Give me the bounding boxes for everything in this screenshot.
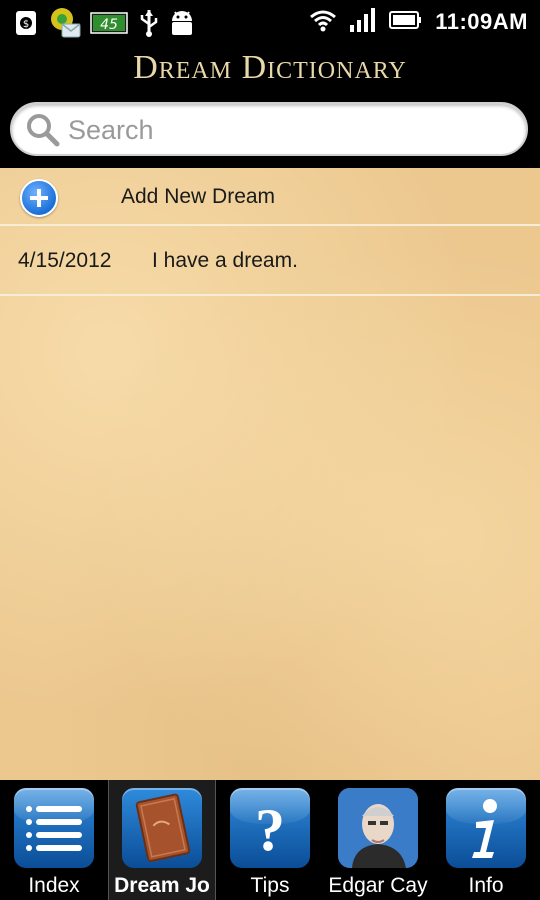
tab-label: Dream Jo — [114, 874, 210, 897]
app-header: Dream Dictionary — [0, 44, 540, 92]
dream-title: I have a dream. — [152, 249, 298, 272]
status-notifications: $ 45 — [14, 6, 196, 45]
info-icon — [446, 788, 526, 868]
tab-index[interactable]: Index — [0, 780, 108, 900]
journal-icon — [122, 788, 202, 868]
mail-icon — [48, 6, 82, 45]
search-box[interactable] — [10, 102, 528, 156]
tab-dream-journal[interactable]: Dream Jo — [108, 780, 216, 900]
signal-icon — [349, 7, 377, 38]
status-system: 11:09AM — [309, 0, 528, 44]
question-icon: ? — [230, 788, 310, 868]
app-title: Dream Dictionary — [133, 49, 407, 86]
tab-label: Edgar Cay — [328, 874, 428, 897]
list-item[interactable]: 4/15/2012 I have a dream. — [0, 226, 540, 296]
battery-45-icon: 45 — [90, 10, 130, 41]
add-icon[interactable] — [20, 179, 58, 217]
usb-icon — [138, 8, 160, 43]
dream-journal-list: Add New Dream 4/15/2012 I have a dream. — [0, 168, 540, 780]
tab-label: Tips — [250, 874, 290, 897]
add-new-dream-row[interactable]: Add New Dream — [0, 168, 540, 226]
search-bar — [0, 92, 540, 168]
tab-label: Info — [468, 874, 504, 897]
tab-label: Index — [28, 874, 80, 897]
tab-info[interactable]: Info — [432, 780, 540, 900]
android-debug-icon — [168, 8, 196, 43]
tab-edgar-cayce[interactable]: Edgar Cay — [324, 780, 432, 900]
add-new-dream-label: Add New Dream — [121, 185, 276, 208]
tab-tips[interactable]: ? Tips — [216, 780, 324, 900]
status-clock: 11:09AM — [435, 9, 528, 34]
status-bar: $ 45 11:09AM — [0, 0, 540, 44]
search-input[interactable] — [68, 110, 508, 150]
search-icon — [26, 113, 60, 152]
portrait-icon — [338, 788, 418, 868]
battery-icon — [389, 10, 423, 35]
svg-text:45: 45 — [100, 17, 118, 33]
wifi-icon — [309, 8, 337, 37]
list-icon — [14, 788, 94, 868]
tab-bar: Index Dream Jo ? Tips Edgar Cay Info — [0, 780, 540, 900]
svg-text:$: $ — [23, 19, 29, 30]
dream-date: 4/15/2012 — [18, 249, 112, 272]
sim-icon: $ — [14, 9, 40, 42]
